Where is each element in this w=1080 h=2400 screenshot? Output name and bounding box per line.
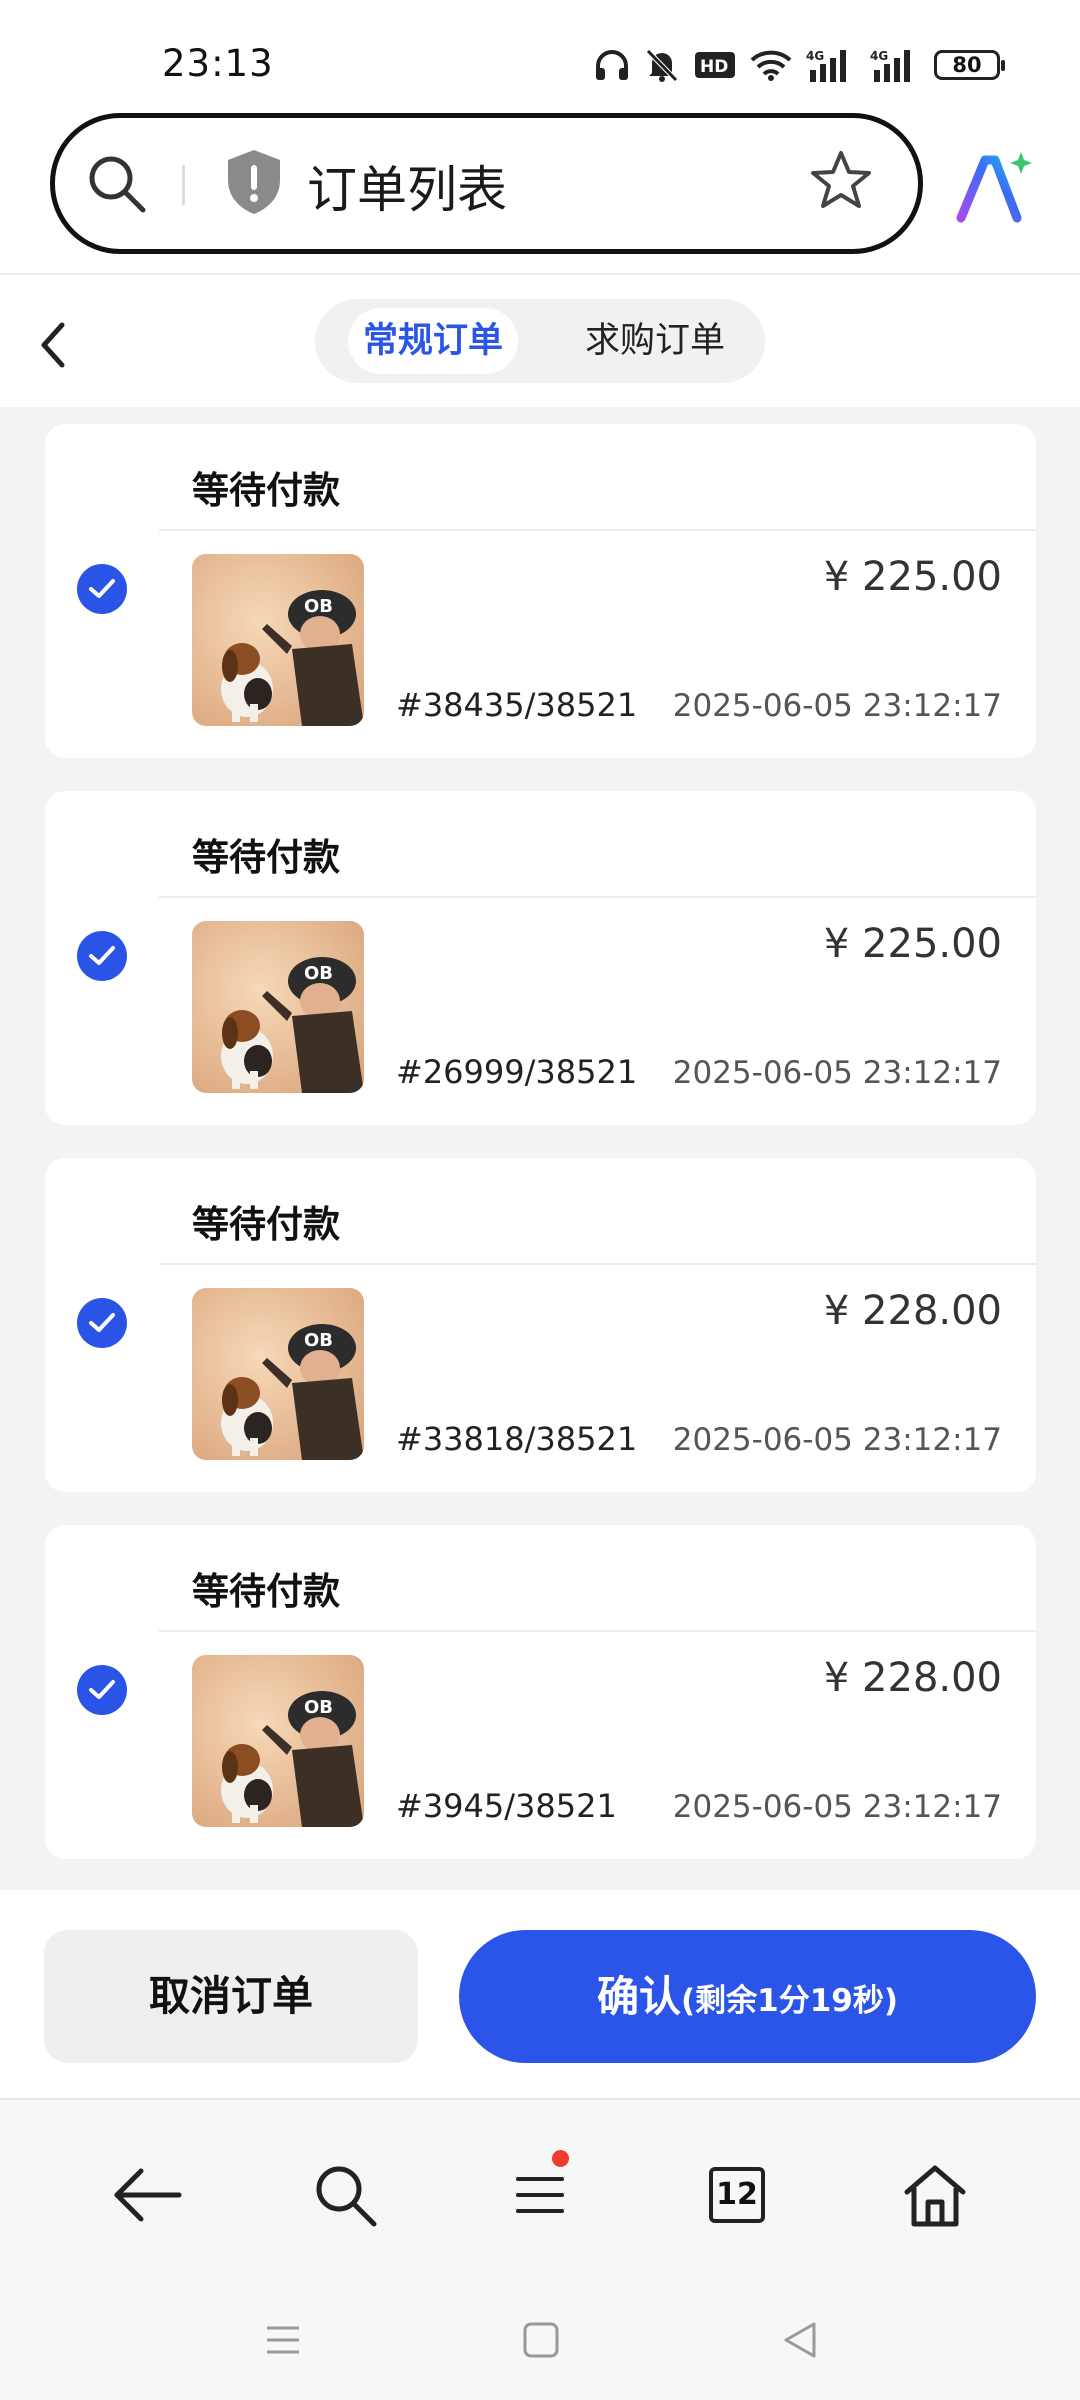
headphones-icon [596, 50, 628, 80]
cancel-order-button[interactable]: 取消订单 [44, 1930, 418, 2063]
tab-purchase-orders[interactable]: 求购订单 [565, 308, 745, 374]
card-divider [159, 529, 1036, 531]
checkbox-checked-icon[interactable] [77, 1665, 127, 1715]
shield-icon[interactable] [225, 148, 283, 216]
address-title[interactable]: 订单列表 [307, 150, 507, 222]
order-status: 等待付款 [192, 1203, 340, 1246]
confirm-label: 确认 [596, 1972, 681, 2021]
address-divider [182, 165, 185, 205]
search-icon[interactable] [85, 152, 149, 216]
battery-icon: 80 [934, 50, 1005, 80]
browser-back-button[interactable] [102, 2150, 192, 2240]
order-date: 2025-06-05 23:12:17 [672, 1789, 1002, 1825]
product-thumbnail[interactable]: OB [192, 1655, 364, 1827]
signal-4g-icon: 4G [806, 49, 846, 82]
order-card[interactable]: 等待付款 OB ¥ 228.00 #33818/38521 2025-06-05… [45, 1158, 1036, 1492]
svg-text:OB: OB [304, 596, 333, 617]
browser-toolbar: 12 [0, 2100, 1080, 2400]
order-price: ¥ 225.00 [823, 554, 1002, 600]
checkbox-checked-icon[interactable] [77, 1298, 127, 1348]
status-time: 23:13 [162, 42, 274, 85]
status-icons: HD 4G 4G 80 [594, 48, 1005, 82]
product-thumbnail[interactable]: OB [192, 554, 364, 726]
svg-text:OB: OB [304, 1330, 333, 1351]
order-card[interactable]: 等待付款 OB ¥ 225.00 #26999/38521 2025-06-05… [45, 791, 1036, 1125]
svg-text:OB: OB [304, 963, 333, 984]
star-icon[interactable] [808, 148, 874, 214]
order-price: ¥ 228.00 [823, 1655, 1002, 1701]
card-divider [159, 896, 1036, 898]
tabs-button[interactable]: 12 [692, 2150, 782, 2240]
order-price: ¥ 225.00 [823, 921, 1002, 967]
home-icon [904, 2165, 966, 2227]
order-id: #33818/38521 [396, 1420, 638, 1458]
system-recents-button[interactable] [253, 2310, 313, 2370]
order-date: 2025-06-05 23:12:17 [672, 688, 1002, 724]
arrow-left-icon [114, 2168, 182, 2222]
order-id: #3945/38521 [396, 1787, 617, 1825]
page-nav: 常规订单 求购订单 [0, 275, 1080, 407]
order-date: 2025-06-05 23:12:17 [672, 1422, 1002, 1458]
svg-text:4G: 4G [870, 49, 888, 63]
svg-text:HD: HD [700, 57, 728, 77]
svg-text:4G: 4G [806, 49, 824, 63]
address-bar[interactable]: 订单列表 [50, 113, 923, 254]
order-card[interactable]: 等待付款 OB ¥ 228.00 #3945/38521 2025-06-05 … [45, 1525, 1036, 1859]
system-home-button[interactable] [511, 2310, 571, 2370]
order-status: 等待付款 [192, 1570, 340, 1613]
order-card[interactable]: 等待付款 OB ¥ 225.00 #38435/38521 2025-06-05… [45, 424, 1036, 758]
svg-text:OB: OB [304, 1697, 333, 1718]
product-thumbnail[interactable]: OB [192, 1288, 364, 1460]
search-icon [316, 2166, 377, 2227]
order-status: 等待付款 [192, 469, 340, 512]
checkbox-checked-icon[interactable] [77, 931, 127, 981]
checkbox-checked-icon[interactable] [77, 564, 127, 614]
order-actions: 取消订单 确认(剩余1分19秒) [0, 1890, 1080, 2100]
hd-voice-icon: HD [695, 52, 735, 78]
tab-regular-orders[interactable]: 常规订单 [348, 308, 518, 374]
system-back-button[interactable] [770, 2310, 830, 2370]
order-status: 等待付款 [192, 836, 340, 879]
confirm-button[interactable]: 确认(剩余1分19秒) [459, 1930, 1036, 2063]
bell-muted-icon [646, 49, 678, 82]
ai-assistant-icon[interactable] [955, 150, 1035, 226]
menu-icon [516, 2177, 564, 2213]
confirm-countdown: (剩余1分19秒) [680, 1983, 899, 2019]
order-price: ¥ 228.00 [823, 1288, 1002, 1334]
card-divider [159, 1630, 1036, 1632]
order-id: #38435/38521 [396, 686, 638, 724]
square-icon [523, 2322, 559, 2358]
notification-dot [552, 2150, 569, 2167]
recents-icon [267, 2326, 299, 2354]
product-thumbnail[interactable]: OB [192, 921, 364, 1093]
order-date: 2025-06-05 23:12:17 [672, 1055, 1002, 1091]
browser-search-button[interactable] [300, 2150, 390, 2240]
wifi-icon [750, 50, 792, 81]
back-arrow-icon[interactable] [32, 315, 72, 375]
order-type-tabs: 常规订单 求购订单 [315, 299, 765, 383]
triangle-back-icon [784, 2322, 816, 2358]
top-area: 23:13 HD 4G 4G 80 订单列表 [0, 0, 1080, 275]
home-button[interactable] [890, 2150, 980, 2240]
tab-count: 12 [709, 2167, 765, 2223]
card-divider [159, 1263, 1036, 1265]
status-bar: 23:13 HD 4G 4G 80 [0, 0, 1080, 110]
order-id: #26999/38521 [396, 1053, 638, 1091]
browser-menu-button[interactable] [495, 2150, 585, 2240]
signal-4g-icon: 4G [870, 49, 910, 82]
